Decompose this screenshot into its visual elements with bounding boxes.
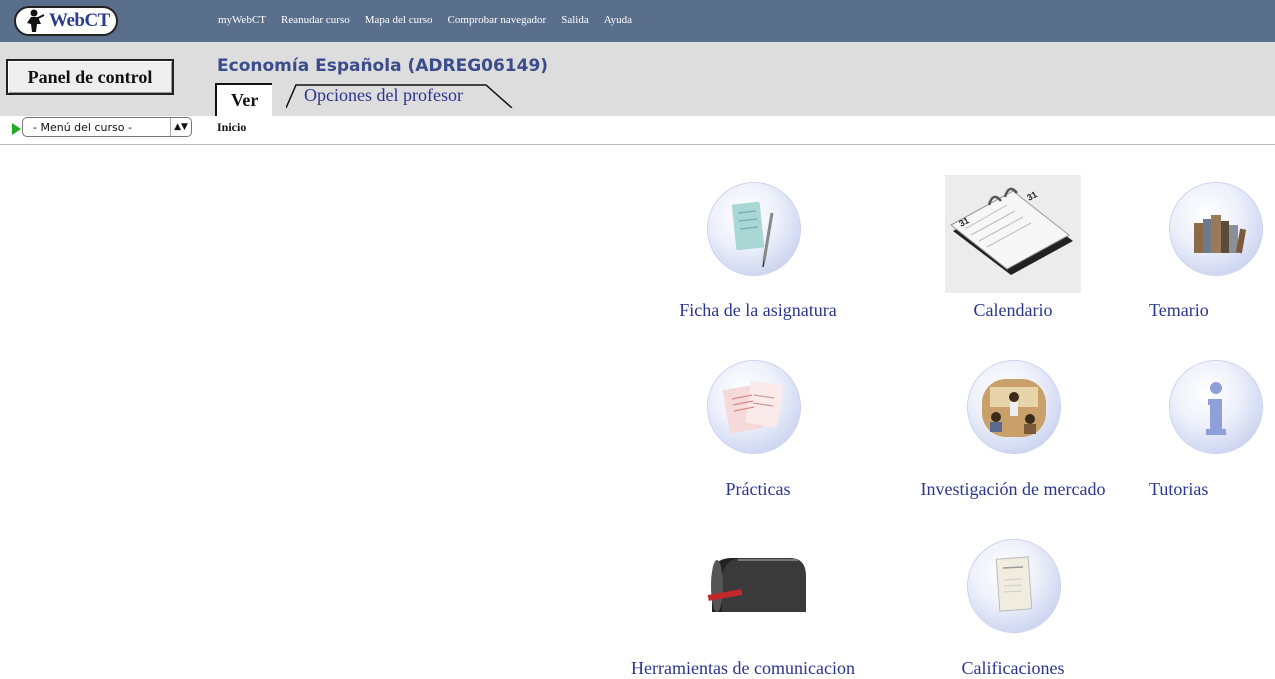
course-header: Panel de control Economía Española (ADRE… (0, 42, 1275, 116)
course-menu-select-value: - Menú del curso - (33, 120, 132, 134)
tool-label: Tutorias (1149, 479, 1209, 499)
tool-label: Calendario (973, 300, 1053, 320)
top-navigation-bar: WebCT myWebCT Reanudar curso Mapa del cu… (0, 0, 1275, 42)
webct-figure-icon (27, 9, 45, 32)
course-title: Economía Española (ADREG06149) (217, 56, 549, 76)
info-icon (1170, 361, 1262, 453)
nav-link-comprobar-navegador[interactable]: Comprobar navegador (448, 14, 547, 26)
nav-link-reanudar-curso[interactable]: Reanudar curso (281, 14, 350, 26)
papers-icon (708, 361, 800, 453)
tab-opciones-label: Opciones del profesor (304, 85, 463, 105)
books-icon (1170, 183, 1262, 275)
svg-text:31: 31 (1025, 189, 1039, 203)
tab-opciones-del-profesor[interactable]: Opciones del profesor (286, 83, 516, 108)
tool-label: Ficha de la asignatura (679, 300, 837, 320)
report-card-icon (968, 540, 1060, 632)
document-pen-icon (708, 183, 800, 275)
webct-logo[interactable]: WebCT (14, 6, 118, 36)
tool-label: Investigación de mercado (920, 479, 1106, 499)
course-menu-select[interactable]: - Menú del curso - ▲▼ (22, 117, 192, 137)
play-arrow-icon[interactable] (12, 123, 21, 135)
nav-link-mywebct[interactable]: myWebCT (218, 14, 266, 26)
logo-text: WebCT (49, 10, 110, 31)
tool-label: Herramientas de comunicacion (631, 658, 855, 678)
tab-ver[interactable]: Ver (215, 83, 273, 116)
tool-label: Calificaciones (961, 658, 1065, 678)
nav-link-mapa-del-curso[interactable]: Mapa del curso (365, 14, 433, 26)
nav-link-salida[interactable]: Salida (561, 14, 589, 26)
panel-de-control-button[interactable]: Panel de control (6, 59, 174, 95)
desk-calendar-icon: 31 31 (945, 175, 1081, 293)
breadcrumb: Inicio (217, 120, 247, 134)
course-menu-bar: - Menú del curso - ▲▼ Inicio (0, 116, 1275, 145)
top-nav-links: myWebCT Reanudar curso Mapa del curso Co… (218, 14, 632, 26)
nav-link-ayuda[interactable]: Ayuda (604, 14, 632, 26)
tool-label: Prácticas (725, 479, 791, 499)
mailbox-icon (698, 540, 808, 640)
select-arrows-icon: ▲▼ (170, 118, 191, 136)
meeting-photo-icon (968, 361, 1060, 453)
tool-label: Temario (1149, 300, 1209, 320)
